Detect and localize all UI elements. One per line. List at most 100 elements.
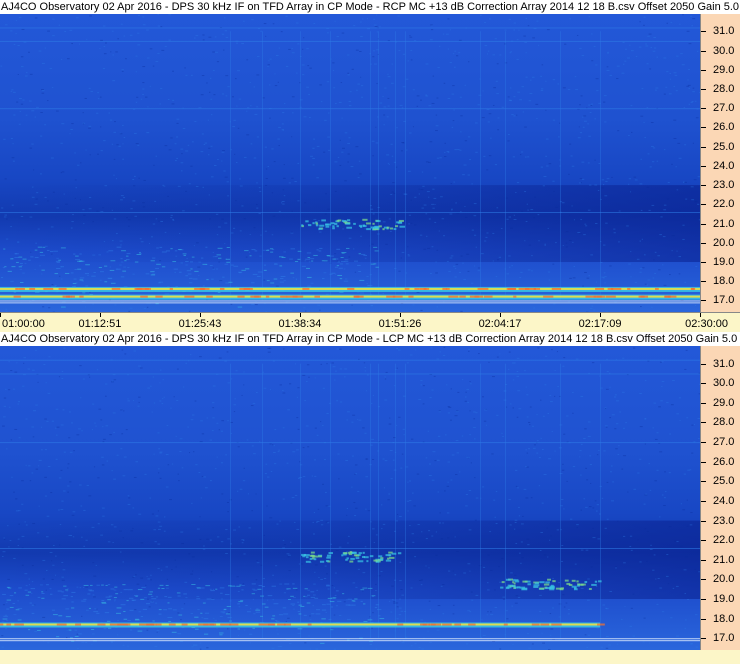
emission-hotspot bbox=[307, 623, 312, 626]
noise-pixel bbox=[435, 125, 439, 127]
haze-pixel bbox=[177, 633, 182, 635]
noise-pixel bbox=[684, 144, 687, 146]
noise-pixel bbox=[23, 357, 26, 359]
noise-pixel bbox=[616, 643, 619, 645]
noise-pixel bbox=[477, 270, 481, 272]
noise-pixel bbox=[293, 608, 295, 610]
noise-pixel bbox=[578, 126, 580, 128]
haze-pixel bbox=[358, 271, 362, 273]
noise-pixel bbox=[401, 453, 404, 455]
noise-pixel bbox=[324, 491, 327, 493]
noise-pixel bbox=[691, 452, 694, 454]
noise-pixel bbox=[157, 14, 160, 16]
noise-pixel bbox=[323, 151, 326, 153]
noise-pixel bbox=[385, 243, 388, 245]
noise-pixel bbox=[606, 70, 610, 72]
noise-pixel bbox=[409, 35, 411, 37]
emission-burst bbox=[326, 554, 332, 557]
vertical-streak bbox=[370, 363, 371, 639]
noise-pixel bbox=[607, 51, 609, 53]
noise-pixel bbox=[176, 122, 179, 124]
noise-pixel bbox=[468, 348, 471, 350]
noise-pixel bbox=[302, 476, 306, 478]
noise-pixel bbox=[256, 182, 258, 184]
noise-pixel bbox=[159, 103, 161, 105]
noise-pixel bbox=[669, 274, 671, 276]
noise-pixel bbox=[15, 33, 17, 35]
noise-pixel bbox=[586, 647, 589, 649]
y-tick-label: 25.0 bbox=[713, 140, 735, 153]
noise-pixel bbox=[435, 261, 437, 263]
noise-pixel bbox=[77, 648, 79, 650]
haze-pixel bbox=[96, 584, 100, 586]
noise-pixel bbox=[46, 515, 50, 517]
haze-pixel bbox=[306, 267, 310, 269]
noise-pixel bbox=[224, 222, 228, 224]
noise-pixel bbox=[499, 54, 502, 56]
noise-pixel bbox=[390, 82, 394, 84]
noise-pixel bbox=[527, 544, 530, 546]
noise-pixel bbox=[526, 452, 529, 454]
emission-burst bbox=[591, 583, 597, 586]
noise-pixel bbox=[642, 267, 645, 269]
noise-pixel bbox=[72, 536, 75, 538]
haze-pixel bbox=[332, 258, 336, 260]
noise-pixel bbox=[244, 156, 247, 158]
emission-burst bbox=[312, 222, 315, 225]
noise-pixel bbox=[482, 90, 484, 92]
noise-pixel bbox=[543, 473, 547, 475]
noise-pixel bbox=[322, 483, 325, 485]
noise-pixel bbox=[160, 569, 163, 571]
haze-pixel bbox=[57, 590, 62, 592]
haze-pixel bbox=[101, 601, 106, 603]
noise-pixel bbox=[137, 144, 140, 146]
noise-pixel bbox=[534, 196, 537, 198]
noise-pixel bbox=[291, 497, 295, 499]
noise-pixel bbox=[239, 488, 243, 490]
noise-pixel bbox=[659, 214, 662, 216]
noise-pixel bbox=[602, 604, 606, 606]
haze-pixel bbox=[343, 280, 349, 282]
x-tick bbox=[0, 313, 1, 317]
noise-pixel bbox=[241, 394, 243, 396]
noise-pixel bbox=[140, 241, 144, 243]
haze-pixel bbox=[14, 256, 19, 258]
noise-pixel bbox=[227, 628, 229, 630]
noise-pixel bbox=[590, 254, 594, 256]
haze-pixel bbox=[279, 265, 283, 267]
noise-pixel bbox=[646, 63, 649, 65]
noise-pixel bbox=[120, 409, 123, 411]
noise-pixel bbox=[41, 449, 43, 451]
noise-pixel bbox=[474, 265, 476, 267]
noise-pixel bbox=[520, 541, 523, 543]
haze-pixel bbox=[6, 608, 10, 610]
noise-pixel bbox=[11, 476, 13, 478]
haze-pixel bbox=[329, 601, 335, 603]
noise-pixel bbox=[507, 134, 510, 136]
noise-pixel bbox=[695, 117, 699, 119]
noise-pixel bbox=[40, 584, 43, 586]
noise-pixel bbox=[92, 221, 94, 223]
noise-pixel bbox=[614, 566, 617, 568]
noise-pixel bbox=[494, 38, 497, 40]
noise-pixel bbox=[320, 363, 323, 365]
noise-pixel bbox=[549, 401, 553, 403]
haze-pixel bbox=[226, 605, 231, 607]
noise-pixel bbox=[150, 385, 152, 387]
haze-pixel bbox=[77, 260, 82, 262]
emission-hotspot bbox=[605, 295, 616, 298]
noise-pixel bbox=[628, 134, 630, 136]
noise-pixel bbox=[66, 637, 68, 639]
haze-pixel bbox=[250, 282, 255, 284]
haze-pixel bbox=[135, 595, 138, 597]
noise-pixel bbox=[60, 508, 64, 510]
emission-hotspot bbox=[503, 623, 508, 626]
noise-pixel bbox=[621, 391, 625, 393]
noise-pixel bbox=[45, 382, 47, 384]
noise-pixel bbox=[10, 90, 13, 92]
noise-pixel bbox=[47, 100, 49, 102]
noise-pixel bbox=[486, 109, 490, 111]
emission-burst bbox=[305, 560, 311, 563]
noise-pixel bbox=[627, 491, 629, 493]
noise-pixel bbox=[543, 176, 547, 178]
